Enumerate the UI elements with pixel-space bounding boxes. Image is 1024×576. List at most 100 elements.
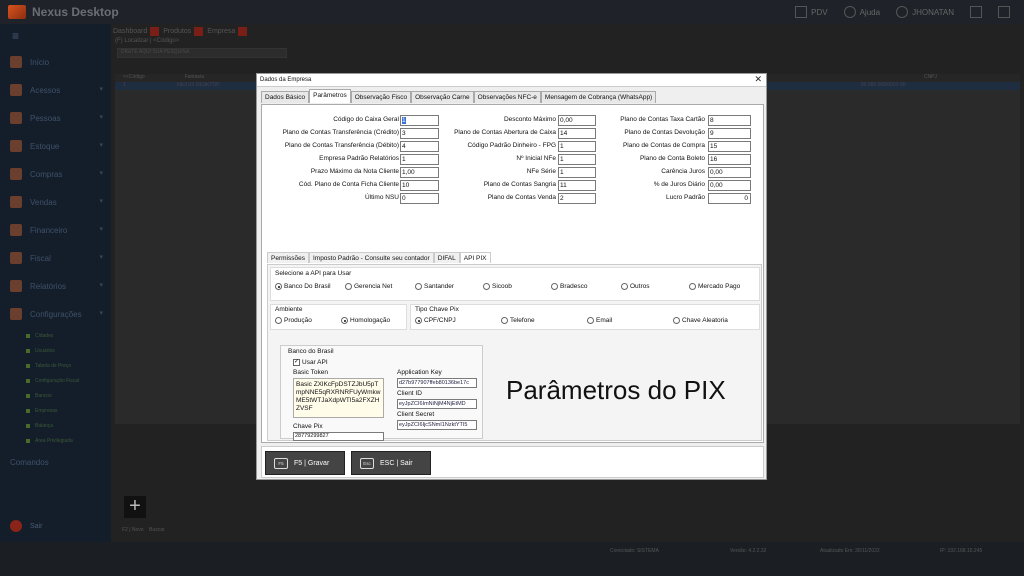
sidebar-item-2[interactable]: Pessoas ▾ — [0, 104, 111, 132]
col3-input[interactable]: 0,00 — [708, 167, 751, 178]
key-icon — [10, 84, 22, 96]
radio-label: Sicoob — [492, 283, 512, 290]
radio-tipos-3[interactable]: Chave Aleatoria — [673, 317, 728, 324]
col1-label: Cód. Plano de Conta Ficha Cliente — [298, 181, 399, 188]
sidebar-item-9[interactable]: Configurações ▾ — [0, 300, 111, 328]
sidebar-item-label: Compras — [30, 169, 63, 179]
radio-apis-4[interactable]: Bradesco — [551, 283, 587, 290]
column-header[interactable]: Fantasia — [185, 74, 204, 82]
sidebar-subitem-2[interactable]: Tabela de Preço — [0, 358, 111, 373]
sidebar-item-label: Início — [30, 57, 50, 67]
client-id-input[interactable]: eyJpZCI6ImNiNjM4NjEtMD — [397, 399, 477, 409]
app-key-input[interactable]: d27b977907ffeb80136be17c — [397, 378, 477, 388]
subtab-3[interactable]: API PIX — [459, 252, 491, 263]
top-bar: Nexus Desktop PDV Ajuda JHONATAN — [0, 0, 1024, 24]
sidebar-item-8[interactable]: Relatórios ▾ — [0, 272, 111, 300]
save-label: F5 | Gravar — [294, 459, 330, 467]
radio-icon — [415, 283, 422, 290]
radio-ambientes-0[interactable]: Produção — [275, 317, 312, 324]
radio-tipos-0[interactable]: CPF/CNPJ — [415, 317, 456, 324]
subtab-2[interactable]: DIFAL — [433, 252, 460, 263]
tab-1[interactable]: Parâmetros — [309, 89, 351, 103]
chave-pix-input[interactable]: 28779299827 — [293, 432, 384, 441]
sidebar-subitem-1[interactable]: Usuários — [0, 343, 111, 358]
sidebar-subitem-3[interactable]: Configuração Fiscal — [0, 373, 111, 388]
sidebar-subitem-label: Área Privilegiada — [35, 437, 73, 444]
radio-tipos-2[interactable]: Email — [587, 317, 612, 324]
exit-button[interactable]: Sair — [10, 520, 42, 532]
pdv-button[interactable]: PDV — [795, 6, 828, 18]
close-app-icon[interactable] — [998, 6, 1010, 18]
tab-5[interactable]: Mensagem de Cobrança (WhatsApp) — [540, 91, 657, 103]
column-header[interactable]: <<Código — [123, 74, 145, 82]
input-value: 15 — [710, 143, 718, 150]
sidebar-item-3[interactable]: Estoque ▾ — [0, 132, 111, 160]
radio-apis-2[interactable]: Santander — [415, 283, 454, 290]
save-button[interactable]: F5 F5 | Gravar — [265, 451, 345, 475]
close-icon[interactable]: ✕ — [754, 74, 762, 85]
col3-input[interactable]: 16 — [708, 154, 751, 165]
col3-input[interactable]: 8 — [708, 115, 751, 126]
radio-apis-0[interactable]: Banco Do Brasil — [275, 283, 331, 290]
user-menu[interactable]: JHONATAN — [896, 6, 954, 18]
sidebar-subitem-5[interactable]: Empresas — [0, 403, 111, 418]
tab-empresa[interactable]: Empresa — [207, 26, 248, 36]
sidebar-subitem-0[interactable]: Cidades — [0, 328, 111, 343]
col3-input[interactable]: 15 — [708, 141, 751, 152]
radio-icon — [275, 283, 282, 290]
subtab-1[interactable]: Imposto Padrão - Consulte seu contador — [308, 252, 434, 263]
sidebar-item-1[interactable]: Acessos ▾ — [0, 76, 111, 104]
close-icon[interactable] — [194, 26, 204, 36]
radio-label: Santander — [424, 283, 454, 290]
tab-produtos[interactable]: Produtos — [163, 26, 204, 36]
status-user: Conectado: SISTEMA — [610, 548, 659, 554]
client-secret-input[interactable]: eyJpZCI6IjcSNmI1NzktYTI5 — [397, 420, 477, 430]
exit-dialog-button[interactable]: Esc ESC | Sair — [351, 451, 431, 475]
sidebar-subitem-4[interactable]: Bancos — [0, 388, 111, 403]
input-value: 0,00 — [560, 117, 573, 124]
ambiente-group: Ambiente Produção Homologação — [270, 304, 407, 330]
radio-apis-3[interactable]: Sicoob — [483, 283, 512, 290]
tab-3[interactable]: Observação Carne — [411, 91, 474, 103]
col3-input[interactable]: 0,00 — [708, 180, 751, 191]
sidebar-subitem-label: Cidades — [35, 332, 54, 339]
radio-icon — [551, 283, 558, 290]
sidebar-subitem-7[interactable]: Área Privilegiada — [0, 433, 111, 448]
subtab-0[interactable]: Permissões — [267, 252, 309, 263]
radio-ambientes-1[interactable]: Homologação — [341, 317, 390, 324]
sidebar-subitem-label: Configuração Fiscal — [35, 377, 80, 384]
col3-input[interactable]: 9 — [708, 128, 751, 139]
box-icon — [10, 140, 22, 152]
tab-4[interactable]: Observações NFC-e — [473, 91, 541, 103]
sidebar-item-label: Comandos — [10, 457, 49, 467]
tab-0[interactable]: Dados Básico — [261, 91, 310, 103]
radio-tipos-1[interactable]: Telefone — [501, 317, 535, 324]
sidebar-item-comandos[interactable]: Comandos — [0, 448, 111, 476]
usar-api-checkbox[interactable]: ✓ Usar API — [293, 359, 328, 366]
close-icon[interactable] — [150, 26, 160, 36]
minimize-icon[interactable] — [970, 6, 982, 18]
column-header[interactable]: CNPJ — [924, 74, 937, 82]
pdv-label: PDV — [811, 7, 828, 17]
col3-input[interactable]: 0 — [708, 193, 751, 204]
input-value: 8 — [710, 117, 714, 124]
basic-token-field[interactable]: Basic ZXlKcFpDSTZJbU5pTmpNNE5qRXRNRFUyWm… — [293, 378, 384, 418]
sidebar-item-4[interactable]: Compras ▾ — [0, 160, 111, 188]
radio-apis-1[interactable]: Gerencia Net — [345, 283, 392, 290]
sidebar-subitem-6[interactable]: Balança — [0, 418, 111, 433]
sidebar-item-7[interactable]: Fiscal ▾ — [0, 244, 111, 272]
sidebar-item-5[interactable]: Vendas ▾ — [0, 188, 111, 216]
tab-2[interactable]: Observação Fisco — [350, 91, 412, 103]
help-button[interactable]: Ajuda — [843, 6, 880, 18]
sidebar-item-0[interactable]: Início — [0, 48, 111, 76]
search-input[interactable]: DIGITE AQUI SUA PESQUISA — [117, 48, 287, 58]
radio-apis-6[interactable]: Mercado Pago — [689, 283, 740, 290]
sidebar-item-label: Acessos — [30, 85, 61, 95]
close-icon[interactable] — [238, 26, 248, 36]
add-button[interactable]: + — [124, 496, 146, 518]
col1-label: Empresa Padrão Relatórios — [319, 155, 399, 162]
sidebar-item-6[interactable]: Financeiro ▾ — [0, 216, 111, 244]
tab-dashboard[interactable]: Dashboard — [113, 26, 160, 36]
hamburger-icon[interactable]: ≡ — [0, 24, 111, 48]
radio-apis-5[interactable]: Outros — [621, 283, 650, 290]
